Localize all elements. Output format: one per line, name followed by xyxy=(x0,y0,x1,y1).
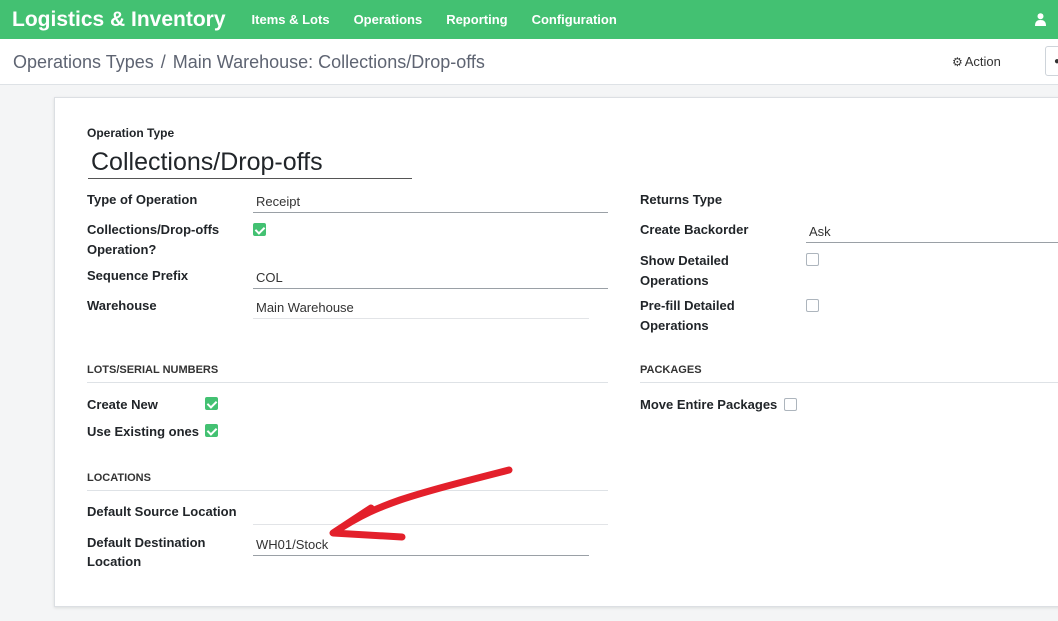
warehouse-label: Warehouse xyxy=(87,298,157,313)
show-detailed-label-line2: Operations xyxy=(640,273,709,288)
collections-operation-label: Collections/Drop-offs Operation? xyxy=(87,220,219,260)
sequence-prefix-input[interactable]: COL xyxy=(253,267,608,289)
move-entire-packages-label: Move Entire Packages xyxy=(640,397,778,412)
prefill-detailed-label-line1: Pre-fill Detailed xyxy=(640,298,735,313)
show-detailed-label-line1: Show Detailed xyxy=(640,253,729,268)
create-backorder-select[interactable]: Ask xyxy=(806,221,1058,243)
nav-items-lots[interactable]: Items & Lots xyxy=(252,12,330,27)
default-destination-location-label: Default Destination Location xyxy=(87,533,205,571)
user-settings-button[interactable]: ● xyxy=(1045,46,1058,76)
operation-type-label: Operation Type xyxy=(87,126,175,140)
control-panel: Operations Types / Main Warehouse: Collect… xyxy=(0,39,1058,85)
breadcrumb: Operations Types / Main Warehouse: Collect… xyxy=(13,52,485,73)
breadcrumb-separator: / xyxy=(160,52,166,72)
form-sheet: Operation Type Collections/Drop-offs Typ… xyxy=(54,97,1058,607)
show-detailed-checkbox[interactable] xyxy=(806,253,819,266)
show-detailed-label: Show Detailed Operations xyxy=(640,251,729,291)
breadcrumb-current: Main Warehouse: Collections/Drop-offs xyxy=(172,52,485,72)
gear-icon: ⚙ xyxy=(952,55,963,69)
warehouse-field[interactable]: Main Warehouse xyxy=(253,297,589,319)
use-existing-label: Use Existing ones xyxy=(87,424,199,439)
type-of-operation-label: Type of Operation xyxy=(87,192,198,207)
app-brand[interactable]: Logistics & Inventory xyxy=(12,8,226,32)
collections-operation-checkbox[interactable] xyxy=(253,223,266,236)
user-icon[interactable] xyxy=(1035,13,1046,26)
default-source-location-label: Default Source Location xyxy=(87,504,237,519)
create-new-label: Create New xyxy=(87,397,158,412)
user-icon: ● xyxy=(1054,56,1058,67)
breadcrumb-parent[interactable]: Operations Types xyxy=(13,52,154,72)
default-source-location-field[interactable] xyxy=(253,503,608,525)
nav-configuration[interactable]: Configuration xyxy=(532,12,617,27)
packages-section-title: PACKAGES xyxy=(640,364,1058,383)
sequence-prefix-label: Sequence Prefix xyxy=(87,268,189,283)
create-backorder-label: Create Backorder xyxy=(640,222,749,237)
use-existing-checkbox[interactable] xyxy=(205,424,218,437)
locations-section-title: LOCATIONS xyxy=(87,472,608,491)
collections-operation-label-line1: Collections/Drop-offs xyxy=(87,222,220,237)
nav-operations[interactable]: Operations xyxy=(354,12,423,27)
prefill-detailed-label: Pre-fill Detailed Operations xyxy=(640,296,735,336)
create-new-checkbox[interactable] xyxy=(205,397,218,410)
nav-reporting[interactable]: Reporting xyxy=(446,12,507,27)
move-entire-packages-checkbox[interactable] xyxy=(784,398,797,411)
lots-section-title: LOTS/SERIAL NUMBERS xyxy=(87,364,608,383)
type-of-operation-select[interactable]: Receipt xyxy=(253,191,608,213)
default-destination-location-field[interactable]: WH01/Stock xyxy=(253,534,589,556)
prefill-detailed-label-line2: Operations xyxy=(640,318,709,333)
operation-type-input[interactable]: Collections/Drop-offs xyxy=(88,147,412,179)
action-label: Action xyxy=(964,54,1001,69)
top-navbar: Logistics & Inventory Items & Lots Opera… xyxy=(0,0,1058,39)
default-destination-label-line1: Default Destination xyxy=(87,535,206,550)
returns-type-label: Returns Type xyxy=(640,192,723,207)
collections-operation-label-line2: Operation? xyxy=(87,242,157,257)
action-button[interactable]: ⚙ Action xyxy=(952,54,1001,69)
default-destination-label-line2: Location xyxy=(87,554,142,569)
prefill-detailed-checkbox[interactable] xyxy=(806,299,819,312)
